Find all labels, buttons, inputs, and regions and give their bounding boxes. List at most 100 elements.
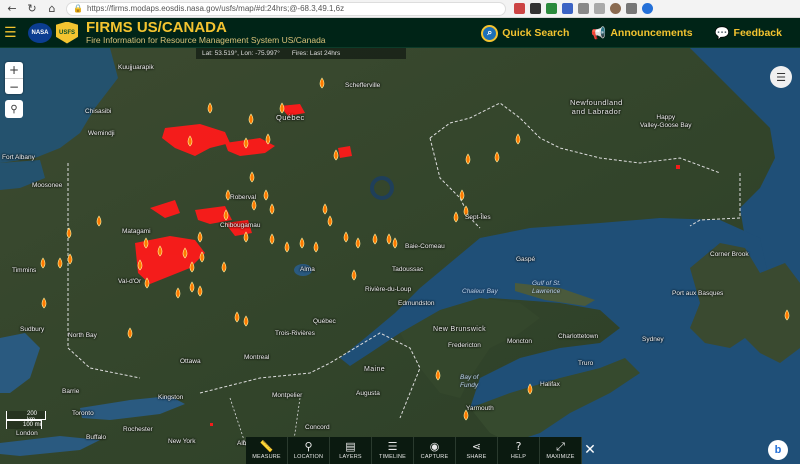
zoom-in-button[interactable]: + <box>5 62 23 78</box>
menu-dots-icon[interactable] <box>626 3 637 14</box>
tool-share[interactable]: ⋖ SHARE <box>456 437 498 464</box>
url-text: https://firms.modaps.eosdis.nasa.gov/usf… <box>86 4 345 13</box>
app-subtitle: Fire Information for Resource Management… <box>86 35 326 45</box>
back-icon[interactable]: ← <box>4 1 20 17</box>
app-title: FIRMS US/CANADA <box>86 19 227 36</box>
fire-time-filter: Fires: Last 24hrs <box>291 50 341 57</box>
place-label: Trois-Rivières <box>275 330 315 337</box>
place-label: Sudbury <box>20 326 45 333</box>
tool-capture[interactable]: ◉ CAPTURE <box>414 437 456 464</box>
lock-icon: 🔒 <box>73 4 83 13</box>
tool-label: MAXIMIZE <box>546 454 575 460</box>
announcements-label: Announcements <box>610 27 693 39</box>
home-icon[interactable]: ⌂ <box>44 1 60 17</box>
location-pin-icon: ⚲ <box>10 103 18 115</box>
scale-mi-label: 100 mi <box>23 422 42 428</box>
place-label: Sydney <box>642 336 664 343</box>
place-label: Schefferville <box>345 82 381 89</box>
map-canvas[interactable]: Québec Newfoundland and Labrador New Bru… <box>0 48 800 464</box>
extension-icon[interactable] <box>514 3 525 14</box>
bing-chat-icon[interactable]: b <box>768 440 788 460</box>
place-label: Ottawa <box>180 358 201 365</box>
tool-maximize[interactable]: ⤢ MAXIMIZE <box>540 437 582 464</box>
browser-extensions <box>514 3 653 14</box>
place-label: Port aux Basques <box>672 290 724 297</box>
tool-label: SHARE <box>466 454 487 460</box>
place-label: Augusta <box>356 390 380 397</box>
region-label-maine: Maine <box>364 366 386 373</box>
tool-label: LAYERS <box>339 454 362 460</box>
question-icon: ? <box>515 440 522 453</box>
list-icon: ☰ <box>776 70 786 84</box>
cursor-coordinates: Lat: 53.519°, Lon: -75.997° <box>202 50 280 57</box>
region-label-quebec: Québec <box>276 113 305 122</box>
tool-label: LOCATION <box>293 454 324 460</box>
region-label-new-brunswick: New Brunswick <box>433 326 487 333</box>
hamburger-menu-icon[interactable]: ☰ <box>4 25 26 41</box>
maximize-icon: ⤢ <box>556 440 565 453</box>
address-bar[interactable]: 🔒 https://firms.modaps.eosdis.nasa.gov/u… <box>66 1 506 16</box>
place-label: Alma <box>300 266 315 273</box>
extension-icon[interactable] <box>546 3 557 14</box>
place-label: Chibougamau <box>220 222 261 229</box>
place-label: North Bay <box>68 332 97 339</box>
satellite-basemap <box>0 48 800 464</box>
place-label: Fredericton <box>448 342 481 349</box>
quick-search-button[interactable]: ⌕ Quick Search <box>481 24 570 42</box>
extension-icon[interactable] <box>578 3 589 14</box>
close-toolbar-icon[interactable]: ✕ <box>580 440 600 460</box>
profile-avatar[interactable] <box>610 3 621 14</box>
refresh-icon[interactable]: ↻ <box>24 1 40 17</box>
ruler-icon: 📏 <box>259 440 274 453</box>
announcements-button[interactable]: 📢 Announcements <box>591 26 692 40</box>
water-label: Chaleur Bay <box>462 288 498 295</box>
place-label: Moncton <box>507 338 532 345</box>
megaphone-icon: 📢 <box>591 26 607 40</box>
feedback-button[interactable]: 💬 Feedback <box>715 26 782 40</box>
tool-location[interactable]: ⚲ LOCATION <box>288 437 330 464</box>
place-label: Happy Valley-Goose Bay <box>640 114 692 129</box>
water-label: Gulf of St. Lawrence <box>532 280 561 295</box>
place-label: Kuujjuarapik <box>118 64 154 71</box>
bing-icon[interactable] <box>642 3 653 14</box>
scale-bar-mi: 100 mi <box>6 420 42 429</box>
place-label: Montreal <box>244 354 270 361</box>
place-label: Timmins <box>12 267 37 274</box>
scale-bar: 200 km 100 mi <box>6 411 46 429</box>
title-block: FIRMS US/CANADA Fire Information for Res… <box>86 20 326 45</box>
place-label: Kingston <box>158 394 184 401</box>
quick-search-label: Quick Search <box>502 27 570 39</box>
favorites-icon[interactable] <box>594 3 605 14</box>
hotspot-cluster <box>676 165 680 169</box>
place-label: Halifax <box>540 381 560 388</box>
place-label: Roberval <box>230 194 257 201</box>
tool-label: CAPTURE <box>420 454 449 460</box>
basemap-toggle-button[interactable]: ☰ <box>770 66 792 88</box>
locate-me-button[interactable]: ⚲ <box>5 100 23 118</box>
place-label: Buffalo <box>86 434 107 441</box>
map-info-strip: Lat: 53.519°, Lon: -75.997° Fires: Last … <box>196 48 406 59</box>
tool-layers[interactable]: ▤ LAYERS <box>330 437 372 464</box>
tool-timeline[interactable]: ☰ TIMELINE <box>372 437 414 464</box>
place-label: Charlottetown <box>558 333 599 340</box>
place-label: Wemindji <box>88 130 115 137</box>
place-label: Sept-Îles <box>465 214 491 221</box>
tool-label: MEASURE <box>252 454 281 460</box>
map-pin-icon: ⚲ <box>304 440 313 453</box>
place-label: Gaspé <box>516 256 536 263</box>
tool-label: TIMELINE <box>379 454 406 460</box>
place-label: Matagami <box>122 228 151 235</box>
usfs-logo: USFS <box>56 21 78 44</box>
extension-icon[interactable] <box>530 3 541 14</box>
place-label: Baie-Comeau <box>405 243 445 250</box>
place-label: Barrie <box>62 388 80 395</box>
zoom-out-button[interactable]: − <box>5 78 23 94</box>
tool-measure[interactable]: 📏 MEASURE <box>246 437 288 464</box>
place-label: Edmundston <box>398 300 435 307</box>
extension-icon[interactable] <box>562 3 573 14</box>
place-label: Concord <box>305 424 330 431</box>
app-header: ☰ NASA USFS FIRMS US/CANADA Fire Informa… <box>0 18 800 48</box>
tool-help[interactable]: ? HELP <box>498 437 540 464</box>
place-label: Rochester <box>123 426 153 433</box>
browser-toolbar: ← ↻ ⌂ 🔒 https://firms.modaps.eosdis.nasa… <box>0 0 800 18</box>
